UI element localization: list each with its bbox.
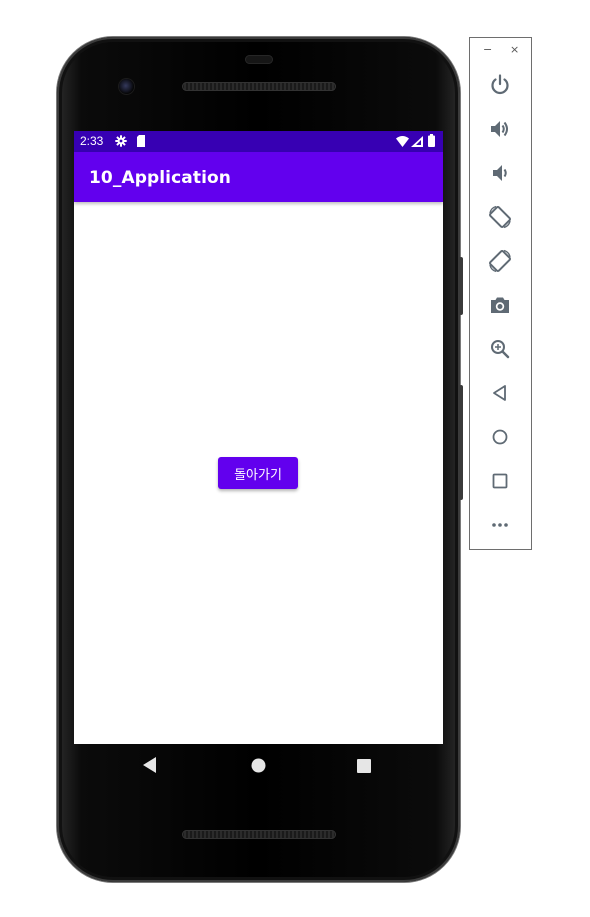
home-icon: [251, 758, 266, 773]
volume-down-button[interactable]: [487, 160, 513, 186]
volume-up-icon: [491, 121, 508, 137]
nav-recents-button[interactable]: [357, 758, 371, 777]
phone-screen: 2:33 10_Application 돌아가기: [74, 131, 443, 744]
back-icon: [493, 385, 506, 401]
app-bar: 10_Application: [74, 152, 443, 202]
back-button[interactable]: 돌아가기: [218, 457, 298, 489]
signal-icon: [411, 136, 423, 150]
emulator-overview-button[interactable]: [487, 468, 513, 494]
emulator-home-button[interactable]: [487, 424, 513, 450]
sd-card-icon: [136, 135, 146, 150]
nav-home-button[interactable]: [251, 758, 266, 777]
nav-back-button[interactable]: [143, 757, 157, 777]
rotate-left-button[interactable]: [487, 204, 513, 230]
screenshot-button[interactable]: [487, 292, 513, 318]
rotate-right-icon: [489, 249, 511, 273]
more-button[interactable]: [487, 512, 513, 538]
gear-icon: [115, 135, 127, 150]
status-time: 2:33: [80, 134, 104, 148]
close-button[interactable]: ×: [510, 43, 519, 56]
back-icon: [143, 757, 156, 773]
wifi-icon: [396, 136, 409, 150]
phone-volume-key: [459, 385, 463, 500]
battery-icon: [428, 134, 435, 150]
zoom-button[interactable]: [487, 336, 513, 362]
phone-power-key: [459, 257, 463, 315]
emulator-toolbar: − ×: [469, 37, 532, 550]
zoom-icon: [491, 340, 510, 359]
rotate-right-button[interactable]: [487, 248, 513, 274]
status-bar: 2:33: [74, 131, 443, 152]
app-title: 10_Application: [89, 168, 231, 188]
home-icon: [492, 429, 508, 445]
power-button[interactable]: [487, 72, 513, 98]
volume-up-button[interactable]: [487, 116, 513, 142]
overview-icon: [492, 473, 508, 489]
rotate-left-icon: [489, 205, 511, 229]
proximity-sensor: [245, 55, 273, 64]
earpiece-speaker: [182, 82, 336, 91]
recents-icon: [357, 759, 371, 773]
more-icon: [492, 523, 508, 527]
camera-icon: [491, 297, 509, 313]
emulator-back-button[interactable]: [487, 380, 513, 406]
bottom-speaker: [182, 830, 336, 839]
front-camera: [119, 79, 134, 94]
power-icon: [491, 74, 509, 95]
volume-down-icon: [493, 165, 507, 181]
minimize-button[interactable]: −: [483, 43, 492, 56]
